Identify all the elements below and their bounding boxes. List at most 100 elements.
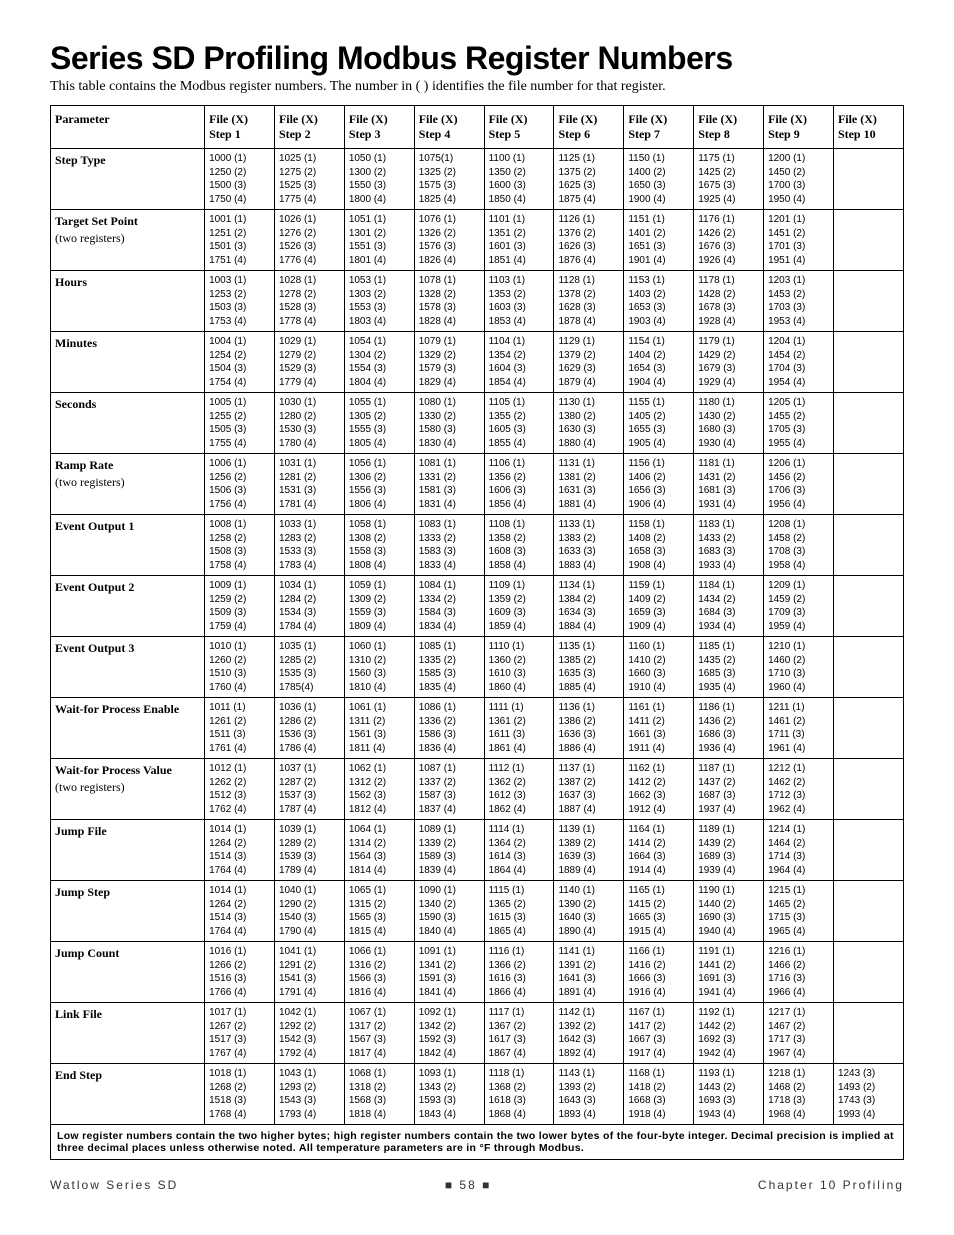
data-cell: 1108 (1)1358 (2)1608 (3)1858 (4)	[484, 515, 554, 576]
data-cell: 1189 (1)1439 (2)1689 (3)1939 (4)	[694, 820, 764, 881]
data-cell: 1084 (1)1334 (2)1584 (3)1834 (4)	[414, 576, 484, 637]
col-step-8: File (X)Step 8	[694, 106, 764, 149]
data-cell: 1181 (1)1431 (2)1681 (3)1931 (4)	[694, 454, 764, 515]
data-cell: 1151 (1)1401 (2)1651 (3)1901 (4)	[624, 210, 694, 271]
data-cell: 1206 (1)1456 (2)1706 (3)1956 (4)	[764, 454, 834, 515]
data-cell: 1058 (1)1308 (2)1558 (3)1808 (4)	[344, 515, 414, 576]
data-cell: 1005 (1)1255 (2)1505 (3)1755 (4)	[205, 393, 275, 454]
data-cell	[833, 576, 903, 637]
data-cell	[833, 393, 903, 454]
param-cell: Event Output 2	[51, 576, 205, 637]
data-cell: 1166 (1)1416 (2)1666 (3)1916 (4)	[624, 942, 694, 1003]
data-cell: 1136 (1)1386 (2)1636 (3)1886 (4)	[554, 698, 624, 759]
data-cell: 1011 (1)1261 (2)1511 (3)1761 (4)	[205, 698, 275, 759]
data-cell: 1180 (1)1430 (2)1680 (3)1930 (4)	[694, 393, 764, 454]
data-cell: 1142 (1)1392 (2)1642 (3)1892 (4)	[554, 1003, 624, 1064]
data-cell: 1117 (1)1367 (2)1617 (3)1867 (4)	[484, 1003, 554, 1064]
data-cell: 1026 (1)1276 (2)1526 (3)1776 (4)	[274, 210, 344, 271]
param-cell: Link File	[51, 1003, 205, 1064]
table-row: Wait-for Process Value(two registers)101…	[51, 759, 904, 820]
param-cell: Hours	[51, 271, 205, 332]
data-cell: 1110 (1)1360 (2)1610 (3)1860 (4)	[484, 637, 554, 698]
data-cell: 1014 (1)1264 (2)1514 (3)1764 (4)	[205, 820, 275, 881]
data-cell: 1215 (1)1465 (2)1715 (3)1965 (4)	[764, 881, 834, 942]
data-cell: 1100 (1)1350 (2)1600 (3)1850 (4)	[484, 149, 554, 210]
data-cell: 1041 (1)1291 (2)1541 (3)1791 (4)	[274, 942, 344, 1003]
table-row: Jump Count1016 (1)1266 (2)1516 (3)1766 (…	[51, 942, 904, 1003]
footer-center: ■ 58 ■	[445, 1178, 492, 1192]
param-cell: Jump File	[51, 820, 205, 881]
data-cell: 1137 (1)1387 (2)1637 (3)1887 (4)	[554, 759, 624, 820]
data-cell: 1143 (1)1393 (2)1643 (3)1893 (4)	[554, 1064, 624, 1125]
data-cell: 1004 (1)1254 (2)1504 (3)1754 (4)	[205, 332, 275, 393]
data-cell: 1133 (1)1383 (2)1633 (3)1883 (4)	[554, 515, 624, 576]
data-cell	[833, 820, 903, 881]
col-step-6: File (X)Step 6	[554, 106, 624, 149]
data-cell	[833, 454, 903, 515]
data-cell: 1201 (1)1451 (2)1701 (3)1951 (4)	[764, 210, 834, 271]
col-parameter: Parameter	[51, 106, 205, 149]
data-cell: 1000 (1)1250 (2)1500 (3)1750 (4)	[205, 149, 275, 210]
data-cell: 1055 (1)1305 (2)1555 (3)1805 (4)	[344, 393, 414, 454]
data-cell: 1008 (1)1258 (2)1508 (3)1758 (4)	[205, 515, 275, 576]
data-cell: 1105 (1)1355 (2)1605 (3)1855 (4)	[484, 393, 554, 454]
data-cell: 1159 (1)1409 (2)1659 (3)1909 (4)	[624, 576, 694, 637]
param-cell: Target Set Point(two registers)	[51, 210, 205, 271]
data-cell: 1114 (1)1364 (2)1614 (3)1864 (4)	[484, 820, 554, 881]
data-cell	[833, 881, 903, 942]
col-step-9: File (X)Step 9	[764, 106, 834, 149]
data-cell: 1208 (1)1458 (2)1708 (3)1958 (4)	[764, 515, 834, 576]
table-row: Target Set Point(two registers)1001 (1)1…	[51, 210, 904, 271]
data-cell: 1176 (1)1426 (2)1676 (3)1926 (4)	[694, 210, 764, 271]
param-cell: Wait-for Process Value(two registers)	[51, 759, 205, 820]
footnote-row: Low register numbers contain the two hig…	[51, 1125, 904, 1160]
table-row: Hours1003 (1)1253 (2)1503 (3)1753 (4)102…	[51, 271, 904, 332]
data-cell: 1184 (1)1434 (2)1684 (3)1934 (4)	[694, 576, 764, 637]
data-cell: 1168 (1)1418 (2)1668 (3)1918 (4)	[624, 1064, 694, 1125]
col-step-7: File (X)Step 7	[624, 106, 694, 149]
data-cell	[833, 1003, 903, 1064]
table-row: Event Output 21009 (1)1259 (2)1509 (3)17…	[51, 576, 904, 637]
data-cell: 1204 (1)1454 (2)1704 (3)1954 (4)	[764, 332, 834, 393]
data-cell: 1158 (1)1408 (2)1658 (3)1908 (4)	[624, 515, 694, 576]
data-cell: 1190 (1)1440 (2)1690 (3)1940 (4)	[694, 881, 764, 942]
data-cell	[833, 942, 903, 1003]
data-cell: 1029 (1)1279 (2)1529 (3)1779 (4)	[274, 332, 344, 393]
param-cell: Step Type	[51, 149, 205, 210]
data-cell: 1017 (1)1267 (2)1517 (3)1767 (4)	[205, 1003, 275, 1064]
data-cell: 1028 (1)1278 (2)1528 (3)1778 (4)	[274, 271, 344, 332]
footnote-text: Low register numbers contain the two hig…	[51, 1125, 904, 1160]
page-subtitle: This table contains the Modbus register …	[50, 79, 904, 95]
data-cell: 1040 (1)1290 (2)1540 (3)1790 (4)	[274, 881, 344, 942]
data-cell: 1165 (1)1415 (2)1665 (3)1915 (4)	[624, 881, 694, 942]
col-step-10: File (X)Step 10	[833, 106, 903, 149]
data-cell: 1167 (1)1417 (2)1667 (3)1917 (4)	[624, 1003, 694, 1064]
param-cell: Jump Count	[51, 942, 205, 1003]
data-cell: 1218 (1)1468 (2)1718 (3)1968 (4)	[764, 1064, 834, 1125]
page-title: Series SD Profiling Modbus Register Numb…	[50, 40, 904, 77]
data-cell: 1191 (1)1441 (2)1691 (3)1941 (4)	[694, 942, 764, 1003]
col-step-4: File (X)Step 4	[414, 106, 484, 149]
data-cell: 1106 (1)1356 (2)1606 (3)1856 (4)	[484, 454, 554, 515]
col-step-1: File (X)Step 1	[205, 106, 275, 149]
data-cell: 1209 (1)1459 (2)1709 (3)1959 (4)	[764, 576, 834, 637]
data-cell: 1086 (1)1336 (2)1586 (3)1836 (4)	[414, 698, 484, 759]
data-cell: 1018 (1)1268 (2)1518 (3)1768 (4)	[205, 1064, 275, 1125]
data-cell: 1054 (1)1304 (2)1554 (3)1804 (4)	[344, 332, 414, 393]
data-cell: 1089 (1)1339 (2)1589 (3)1839 (4)	[414, 820, 484, 881]
data-cell: 1037 (1)1287 (2)1537 (3)1787 (4)	[274, 759, 344, 820]
data-cell: 1140 (1)1390 (2)1640 (3)1890 (4)	[554, 881, 624, 942]
footer-left: Watlow Series SD	[50, 1178, 178, 1192]
data-cell: 1128 (1)1378 (2)1628 (3)1878 (4)	[554, 271, 624, 332]
table-row: Link File1017 (1)1267 (2)1517 (3)1767 (4…	[51, 1003, 904, 1064]
col-step-3: File (X)Step 3	[344, 106, 414, 149]
data-cell: 1078 (1)1328 (2)1578 (3)1828 (4)	[414, 271, 484, 332]
table-row: Jump Step1014 (1)1264 (2)1514 (3)1764 (4…	[51, 881, 904, 942]
data-cell: 1034 (1)1284 (2)1534 (3)1784 (4)	[274, 576, 344, 637]
param-cell: Ramp Rate(two registers)	[51, 454, 205, 515]
data-cell: 1014 (1)1264 (2)1514 (3)1764 (4)	[205, 881, 275, 942]
data-cell: 1192 (1)1442 (2)1692 (3)1942 (4)	[694, 1003, 764, 1064]
register-table: ParameterFile (X)Step 1File (X)Step 2Fil…	[50, 105, 904, 1160]
data-cell: 1085 (1)1335 (2)1585 (3)1835 (4)	[414, 637, 484, 698]
data-cell: 1187 (1)1437 (2)1687 (3)1937 (4)	[694, 759, 764, 820]
